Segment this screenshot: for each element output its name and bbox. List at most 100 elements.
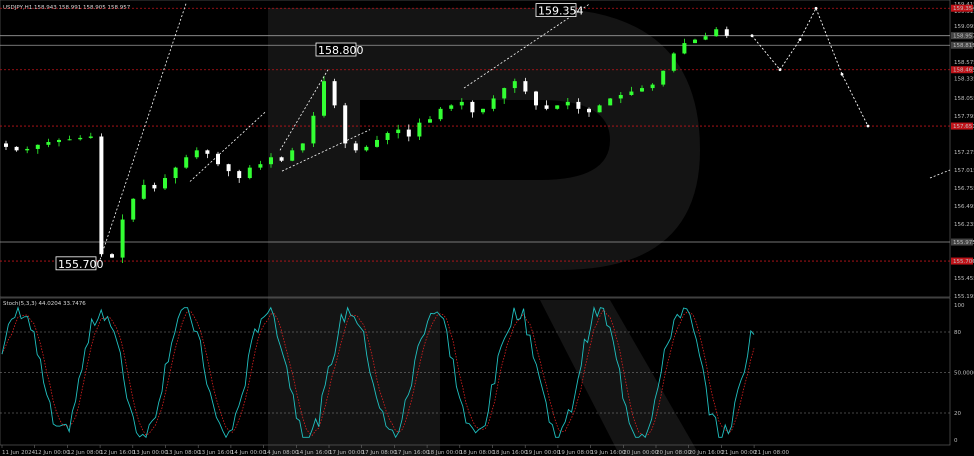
candle-body <box>693 39 697 44</box>
candle-body <box>120 219 125 258</box>
price-chart[interactable]: USDJPY,H1 158.943 158.991 158.905 158.95… <box>0 0 974 456</box>
price-badge-text: 157.651 <box>953 124 974 130</box>
time-tick-label: 18 Jun 16:00 <box>493 450 528 456</box>
candle-body <box>322 81 326 116</box>
price-badge-text: 158.819 <box>953 43 974 49</box>
candle-body <box>406 129 411 137</box>
candle-body <box>25 148 30 151</box>
candle-body <box>523 81 528 92</box>
time-tick-label: 14 Jun 00:00 <box>231 450 266 456</box>
candle-body <box>608 98 613 106</box>
price-annotation-text: 155.700 <box>58 258 104 271</box>
price-badge-text: 158.957 <box>953 34 974 40</box>
oscillator-pane-frame <box>0 297 951 446</box>
trend-projection-line <box>99 3 187 260</box>
candle-body <box>14 146 19 151</box>
candle-body <box>332 81 337 106</box>
time-tick-label: 12 Jun 08:00 <box>67 450 102 456</box>
candle-body <box>491 98 496 109</box>
candle-body <box>152 184 157 189</box>
candle-body <box>671 53 676 71</box>
candle-body <box>237 171 242 179</box>
time-tick-label: 17 Jun 16:00 <box>394 450 429 456</box>
candle-body <box>629 91 634 95</box>
watermark-leg <box>540 300 700 456</box>
oscillator-tick-label: 20 <box>954 411 961 417</box>
time-tick-label: 20 Jun 16:00 <box>689 450 724 456</box>
time-tick-label: 18 Jun 00:00 <box>427 450 462 456</box>
candle-body <box>459 101 464 106</box>
price-badge-text: 158.465 <box>953 68 974 74</box>
candle-body <box>78 137 83 140</box>
candle-body <box>269 157 273 165</box>
time-tick-label: 12 Jun 16:00 <box>100 450 135 456</box>
chart-header: USDJPY,H1 158.943 158.991 158.905 158.95… <box>3 5 131 11</box>
oscillator-header: Stoch(5,3,3) 44.0204 33.7476 <box>3 301 86 307</box>
candle-body <box>343 105 348 144</box>
price-tick-label: 155.195 <box>954 294 974 300</box>
price-tick-label: 156.495 <box>954 204 974 210</box>
price-tick-label: 158.575 <box>954 60 974 66</box>
candle-body <box>449 105 454 109</box>
time-tick-label: 11 Jun 2024 <box>2 450 36 456</box>
time-tick-label: 21 Jun 08:00 <box>754 450 789 456</box>
forecast-point <box>778 68 782 72</box>
candle-body <box>661 70 666 85</box>
time-tick-label: 13 Jun 16:00 <box>198 450 233 456</box>
candle-body <box>141 184 146 199</box>
price-annotation-text: 159.354 <box>538 5 584 18</box>
candle-body <box>512 81 517 89</box>
candle-body <box>682 43 687 54</box>
candle-body <box>703 36 708 40</box>
watermark-logo <box>268 8 700 456</box>
time-tick-label: 20 Jun 00:00 <box>623 450 658 456</box>
candle-body <box>163 178 167 189</box>
price-tick-label: 158.335 <box>954 77 974 83</box>
candle-body <box>576 101 581 109</box>
price-tick-label: 156.235 <box>954 222 974 228</box>
forecast-point <box>866 124 870 128</box>
forecast-line <box>751 7 869 127</box>
time-tick-label: 19 Jun 00:00 <box>525 450 560 456</box>
candle-body <box>428 119 432 123</box>
candle-body <box>290 150 295 161</box>
candle-body <box>438 108 443 120</box>
forecast-point <box>750 34 754 38</box>
candle-body <box>279 157 284 161</box>
price-tick-label: 159.095 <box>954 24 974 30</box>
oscillator-tick-label: 100 <box>954 303 965 309</box>
trend-projection-line <box>929 169 951 179</box>
candle-body <box>502 88 507 99</box>
candle-body <box>587 108 591 113</box>
candle-body <box>470 101 475 113</box>
candle-body <box>57 139 61 143</box>
candle-body <box>226 164 231 172</box>
price-tick-label: 157.275 <box>954 150 974 156</box>
candle-body <box>385 133 390 140</box>
candle-body <box>396 129 401 134</box>
time-tick-label: 18 Jun 08:00 <box>460 450 495 456</box>
candle-body <box>247 167 252 179</box>
price-badge-text: 155.700 <box>953 259 974 265</box>
candle-body <box>4 143 8 147</box>
candle-body <box>258 164 263 168</box>
candle-body <box>194 150 199 158</box>
price-tick-label: 155.455 <box>954 276 974 282</box>
chart-window: USDJPY,H1 158.943 158.991 158.905 158.95… <box>0 0 974 456</box>
time-tick-label: 21 Jun 00:00 <box>721 450 756 456</box>
candle-body <box>173 167 178 179</box>
candle-body <box>46 142 51 145</box>
price-annotation-text: 158.800 <box>318 44 364 57</box>
candle-body <box>714 29 719 37</box>
candle-body <box>205 150 210 154</box>
price-badge-text: 159.354 <box>953 6 974 12</box>
time-tick-label: 13 Jun 00:00 <box>133 450 168 456</box>
candle-body <box>110 254 114 258</box>
oscillator-tick-label: 0 <box>954 438 958 444</box>
price-badge-text: 155.975 <box>953 240 974 246</box>
forecast-point <box>840 72 844 76</box>
candle-body <box>364 146 369 151</box>
oscillator-tick-label: 50.0000 <box>954 371 974 377</box>
price-tick-label: 157.015 <box>954 168 974 174</box>
time-tick-label: 19 Jun 08:00 <box>558 450 593 456</box>
